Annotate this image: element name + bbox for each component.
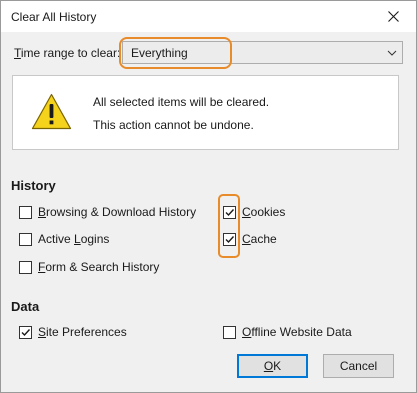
checkmark-icon [21, 328, 31, 336]
data-heading: Data [11, 299, 40, 314]
checkbox-cookies[interactable]: Cookies [223, 204, 285, 220]
checkbox-label: Cookies [242, 205, 286, 219]
checkbox-box[interactable] [19, 325, 32, 339]
dialog-title: Clear All History [11, 10, 97, 24]
checkbox-label: Cache [242, 232, 277, 246]
cancel-button-label: Cancel [339, 359, 378, 373]
checkbox-box[interactable] [223, 325, 236, 339]
checkmark-icon [225, 235, 235, 243]
time-range-value: Everything [131, 46, 188, 60]
checkbox-label: Offline Website Data [242, 325, 352, 339]
checkbox-active-logins[interactable]: Active Logins [19, 231, 109, 247]
checkbox-box[interactable] [19, 205, 32, 219]
checkmark-icon [225, 208, 235, 216]
warning-panel: All selected items will be cleared. This… [12, 75, 399, 150]
checkbox-box[interactable] [223, 205, 236, 219]
checkbox-box[interactable] [19, 260, 32, 274]
time-range-label: Time range to clear: [14, 46, 121, 60]
time-range-select[interactable]: Everything [122, 41, 403, 64]
close-button[interactable] [370, 1, 416, 32]
checkbox-label: Active Logins [38, 232, 110, 246]
checkbox-browsing-download-history[interactable]: Browsing & Download History [19, 204, 196, 220]
title-bar: Clear All History [1, 1, 416, 32]
checkbox-cache[interactable]: Cache [223, 231, 277, 247]
close-icon [387, 11, 399, 22]
checkbox-offline-website-data[interactable]: Offline Website Data [223, 324, 352, 340]
ok-button-label: OK [263, 359, 282, 373]
chevron-down-icon [387, 50, 397, 56]
cancel-button[interactable]: Cancel [323, 354, 394, 378]
checkbox-site-preferences[interactable]: Site Preferences [19, 324, 127, 340]
warning-icon [31, 93, 72, 130]
ok-button[interactable]: OK [237, 354, 308, 378]
checkbox-box[interactable] [223, 232, 236, 246]
history-heading: History [11, 178, 56, 193]
checkbox-form-search-history[interactable]: Form & Search History [19, 259, 159, 275]
checkbox-label: Form & Search History [38, 260, 160, 274]
checkbox-label: Site Preferences [38, 325, 127, 339]
clear-history-dialog: Clear All History Time range to clear: E… [0, 0, 417, 393]
warning-text-2: This action cannot be undone. [93, 118, 254, 132]
checkbox-box[interactable] [19, 232, 32, 246]
checkbox-label: Browsing & Download History [38, 205, 197, 219]
warning-text-1: All selected items will be cleared. [93, 95, 270, 109]
